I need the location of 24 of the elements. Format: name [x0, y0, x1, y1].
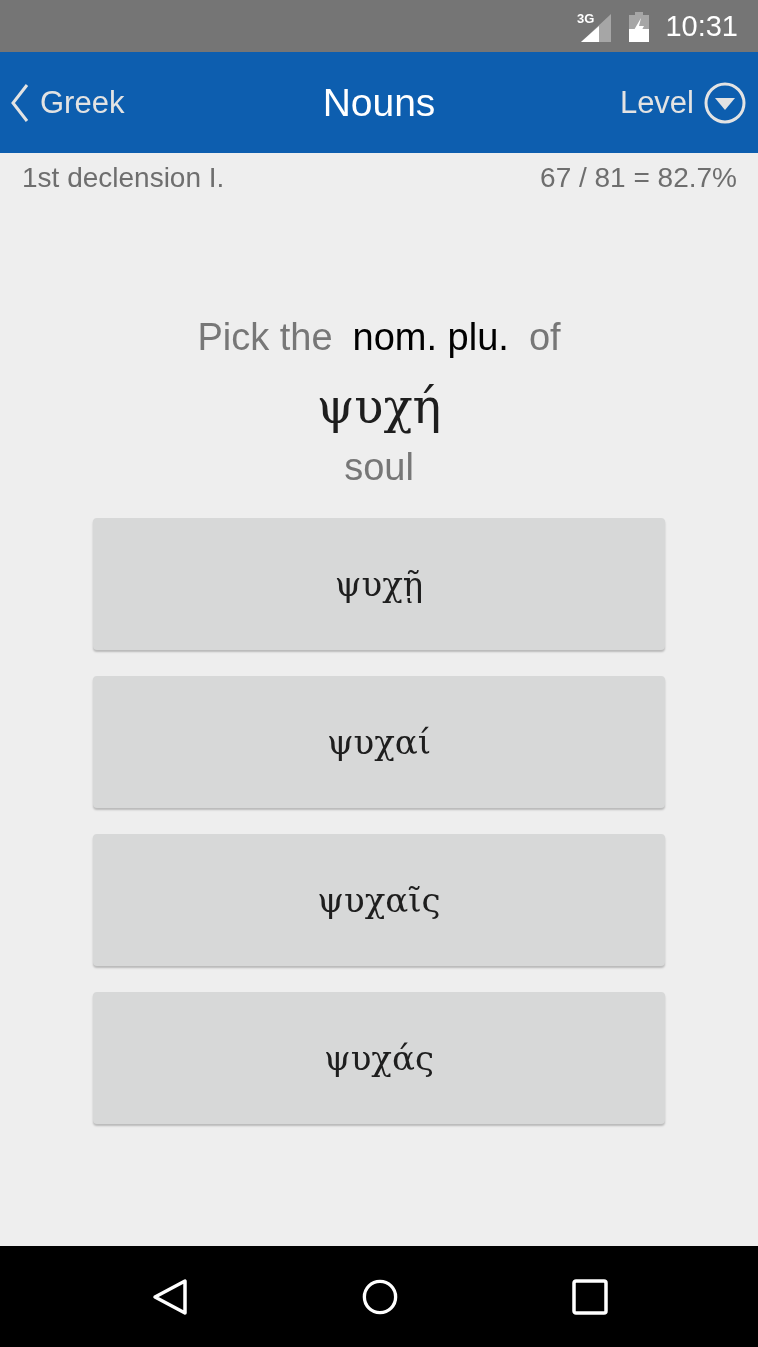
back-label: Greek: [40, 84, 125, 121]
battery-charging-icon: [629, 12, 650, 42]
prompt-text: Pick the: [197, 315, 333, 360]
level-dropdown-button[interactable]: Level: [619, 81, 746, 124]
recents-square-icon[interactable]: [572, 1277, 608, 1316]
greek-word: ψυχή: [316, 377, 442, 436]
word-meaning: soul: [344, 445, 414, 489]
back-triangle-icon[interactable]: [152, 1277, 188, 1316]
network-type-label: 3G: [577, 11, 595, 26]
screen-title: Nouns: [322, 80, 436, 125]
level-label: Level: [619, 84, 694, 121]
lesson-name: 1st declension I.: [22, 162, 225, 194]
prompt-text: of: [528, 315, 561, 360]
back-button[interactable]: Greek: [10, 82, 125, 123]
answer-option-button[interactable]: ψυχῇ: [93, 518, 665, 650]
score-text: 67 / 81 = 82.7%: [540, 162, 737, 194]
grammatical-form: nom. plu.: [352, 315, 509, 360]
home-circle-icon[interactable]: [362, 1277, 398, 1316]
dropdown-circle-icon: [704, 81, 746, 124]
answer-option-button[interactable]: ψυχαῖς: [93, 834, 665, 966]
answer-option-button[interactable]: ψυχάς: [93, 992, 665, 1124]
chevron-left-icon: [10, 82, 30, 123]
clock-time: 10:31: [665, 9, 738, 43]
answer-option-button[interactable]: ψυχαί: [93, 676, 665, 808]
